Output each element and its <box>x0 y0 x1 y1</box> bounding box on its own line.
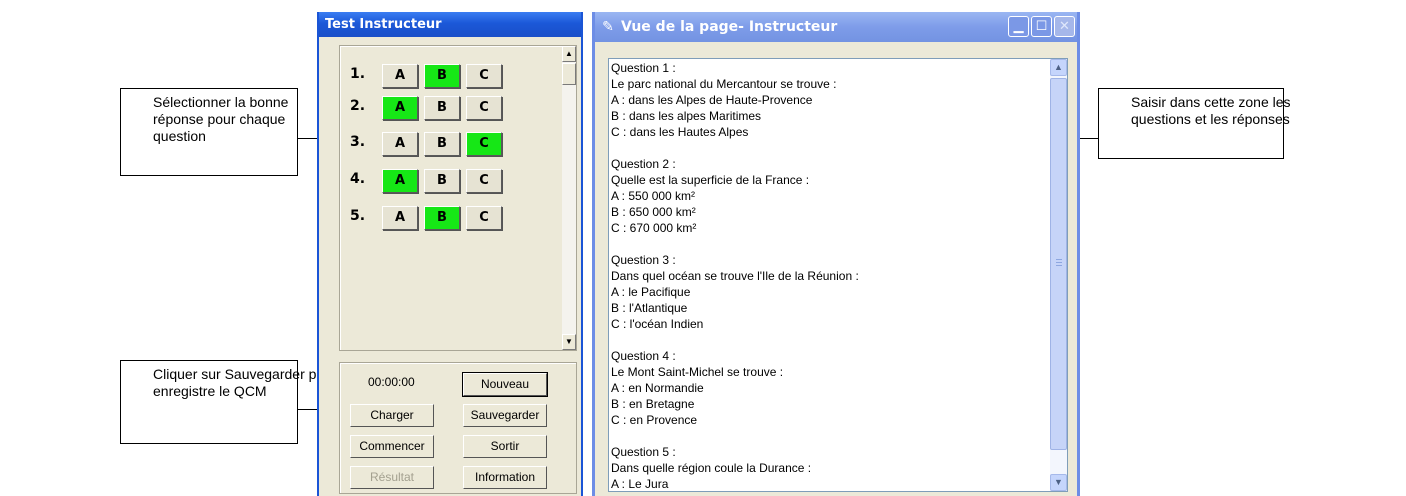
answer-a-button[interactable]: A <box>382 64 418 88</box>
text-line: A : 550 000 km² <box>611 189 696 203</box>
callout-text-line: questions et les réponses <box>1131 111 1290 127</box>
text-line: Question 3 : <box>611 253 676 267</box>
text-line: C : 670 000 km² <box>611 221 697 235</box>
app-icon: ✎ <box>602 19 614 35</box>
question-number: 3. <box>350 134 366 150</box>
start-button[interactable]: Commencer <box>350 435 434 458</box>
answer-b-button[interactable]: B <box>424 206 460 230</box>
answer-c-button[interactable]: C <box>466 169 502 193</box>
callout-text-line: Sélectionner la bonne <box>153 94 289 110</box>
text-line <box>611 332 1051 348</box>
question-number: 5. <box>350 208 366 224</box>
answer-a-button[interactable]: A <box>382 206 418 230</box>
text-line: B : 650 000 km² <box>611 205 696 219</box>
callout-text-line: réponse pour chaque <box>153 111 286 127</box>
text-line: B : en Bretagne <box>611 397 695 411</box>
answer-a-button[interactable]: A <box>382 169 418 193</box>
text-line: B : dans les alpes Maritimes <box>611 109 762 123</box>
page-view-window: ✎ Vue de la page- Instructeur ▁ ☐ ✕ Questi… <box>592 12 1080 496</box>
answer-c-button[interactable]: C <box>466 206 502 230</box>
scroll-thumb[interactable] <box>1050 78 1067 450</box>
window-title: Test Instructeur <box>319 12 581 37</box>
text-line: Le parc national du Mercantour se trouve… <box>611 77 837 91</box>
question-row: 2. A B C <box>350 96 550 120</box>
text-scrollbar[interactable]: ▲ ▼ <box>1050 59 1067 491</box>
answer-b-button[interactable]: B <box>424 132 460 156</box>
information-button[interactable]: Information <box>463 466 547 489</box>
text-line: Dans quelle région coule la Durance : <box>611 461 812 475</box>
window-titlebar[interactable]: ✎ Vue de la page- Instructeur ▁ ☐ ✕ <box>595 12 1077 42</box>
timer-display: 00:00:00 <box>368 375 415 389</box>
answers-panel: 1. A B C 2. A B C 3. A B C 4. A B C 5. A… <box>339 45 577 351</box>
callout-input-zone: Saisir dans cette zone les questions et … <box>1098 88 1291 159</box>
result-button[interactable]: Résultat <box>350 466 434 489</box>
text-line: A : Le Jura <box>611 477 669 491</box>
question-number: 1. <box>350 66 366 82</box>
text-line: C : l'océan Indien <box>611 317 704 331</box>
text-line: Question 2 : <box>611 157 676 171</box>
window-title: Vue de la page- Instructeur <box>621 19 838 35</box>
answer-a-button[interactable]: A <box>382 96 418 120</box>
question-row: 5. A B C <box>350 206 550 230</box>
answer-b-button[interactable]: B <box>424 169 460 193</box>
question-number: 4. <box>350 171 366 187</box>
question-number: 2. <box>350 98 366 114</box>
answer-c-button[interactable]: C <box>466 96 502 120</box>
save-button[interactable]: Sauvegarder <box>463 404 547 427</box>
scroll-down-icon[interactable]: ▼ <box>562 334 576 350</box>
text-line: A : en Normandie <box>611 381 704 395</box>
text-line: Quelle est la superficie de la France : <box>611 173 810 187</box>
maximize-icon[interactable]: ☐ <box>1031 16 1052 37</box>
callout-text-line: Cliquer sur Sauvegarder pour <box>153 366 337 382</box>
callout-save: Cliquer sur Sauvegarder pour enregistre … <box>120 360 337 444</box>
text-line: Question 1 : <box>611 61 676 75</box>
callout-select-answer: Sélectionner la bonne réponse pour chaqu… <box>120 88 298 176</box>
text-line: B : l'Atlantique <box>611 301 688 315</box>
close-icon[interactable]: ✕ <box>1054 16 1075 37</box>
questions-text: Question 1 : Le parc national du Mercanto… <box>611 60 1051 491</box>
answer-c-button[interactable]: C <box>466 64 502 88</box>
minimize-icon[interactable]: ▁ <box>1008 16 1029 37</box>
scroll-up-icon[interactable]: ▲ <box>1050 59 1067 76</box>
text-line: A : dans les Alpes de Haute-Provence <box>611 93 813 107</box>
text-line <box>611 428 1051 444</box>
callout-text-line: enregistre le QCM <box>153 383 267 399</box>
exit-button[interactable]: Sortir <box>463 435 547 458</box>
question-row: 4. A B C <box>350 169 550 193</box>
new-button[interactable]: Nouveau <box>462 372 548 397</box>
answer-a-button[interactable]: A <box>382 132 418 156</box>
scroll-up-icon[interactable]: ▲ <box>562 46 576 62</box>
scroll-thumb[interactable] <box>562 63 576 85</box>
instructor-test-window: Test Instructeur 1. A B C 2. A B C 3. A … <box>317 12 583 496</box>
answer-c-button[interactable]: C <box>466 132 502 156</box>
answers-scrollbar[interactable]: ▲ ▼ <box>562 46 576 350</box>
scroll-down-icon[interactable]: ▼ <box>1050 474 1067 491</box>
controls-panel: 00:00:00 Nouveau Charger Sauvegarder Com… <box>339 362 577 494</box>
callout-text-line: Saisir dans cette zone les <box>1131 94 1291 110</box>
text-line: C : dans les Hautes Alpes <box>611 125 749 139</box>
text-line <box>611 236 1051 252</box>
question-row: 3. A B C <box>350 132 550 156</box>
answer-b-button[interactable]: B <box>424 64 460 88</box>
answer-b-button[interactable]: B <box>424 96 460 120</box>
question-row: 1. A B C <box>350 64 550 88</box>
text-line: Question 5 : <box>611 445 676 459</box>
text-line: Dans quel océan se trouve l'Ile de la Ré… <box>611 269 859 283</box>
load-button[interactable]: Charger <box>350 404 434 427</box>
window-controls: ▁ ☐ ✕ <box>1006 16 1075 38</box>
text-line: Question 4 : <box>611 349 676 363</box>
callout-text-line: question <box>153 128 206 144</box>
text-line: Le Mont Saint-Michel se trouve : <box>611 365 784 379</box>
text-line: C : en Provence <box>611 413 698 427</box>
questions-textarea[interactable]: Question 1 : Le parc national du Mercanto… <box>608 58 1068 492</box>
text-line <box>611 140 1051 156</box>
text-line: A : le Pacifique <box>611 285 691 299</box>
